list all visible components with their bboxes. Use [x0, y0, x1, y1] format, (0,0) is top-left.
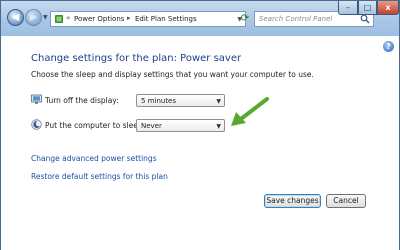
save-changes-button[interactable]: Save changes [264, 194, 321, 208]
control-panel-window: ◀ ▶ ▼ « Power Options ▸ Edit Plan Settin… [0, 0, 400, 250]
breadcrumb-overflow[interactable]: « [66, 14, 70, 22]
put-computer-to-sleep-select[interactable]: Never ▼ [136, 119, 225, 132]
minimize-button[interactable]: – [338, 1, 358, 15]
address-bar[interactable]: « Power Options ▸ Edit Plan Settings ▼ [50, 11, 246, 27]
chevron-down-icon: ▼ [216, 98, 221, 105]
chevron-down-icon: ▼ [216, 123, 221, 130]
search-placeholder: Search Control Panel [259, 15, 333, 23]
breadcrumb-separator[interactable]: ▸ [127, 14, 131, 22]
restore-default-settings-link[interactable]: Restore default settings for this plan [31, 172, 168, 181]
sleep-icon [31, 119, 42, 130]
cancel-button[interactable]: Cancel [326, 194, 366, 208]
back-button[interactable]: ◀ [7, 9, 24, 26]
breadcrumb-edit-plan-settings[interactable]: Edit Plan Settings [135, 15, 197, 23]
refresh-button[interactable]: ⟳ [239, 11, 251, 27]
put-computer-to-sleep-label: Put the computer to sleep: [45, 121, 146, 130]
navigation-bar: ◀ ▶ ▼ « Power Options ▸ Edit Plan Settin… [1, 1, 399, 36]
page-title: Change settings for the plan: Power save… [31, 53, 242, 64]
forward-button[interactable]: ▶ [25, 9, 42, 26]
recent-pages-dropdown-icon[interactable]: ▼ [43, 14, 48, 21]
display-icon [31, 94, 42, 104]
main-content: Change settings for the plan: Power save… [1, 36, 399, 250]
page-subtitle: Choose the sleep and display settings th… [31, 70, 314, 79]
breadcrumb-power-options[interactable]: Power Options [74, 15, 124, 23]
change-advanced-power-settings-link[interactable]: Change advanced power settings [31, 154, 157, 163]
maximize-button[interactable]: □ [358, 1, 377, 15]
turn-off-display-value: 5 minutes [141, 97, 177, 105]
control-panel-icon [55, 15, 63, 23]
put-computer-to-sleep-value: Never [141, 122, 162, 130]
annotation-arrow-icon [231, 97, 269, 126]
help-icon[interactable]: ? [383, 41, 394, 52]
turn-off-display-select[interactable]: 5 minutes ▼ [136, 94, 225, 107]
search-icon[interactable] [360, 14, 370, 24]
close-button[interactable]: x [377, 1, 399, 15]
turn-off-display-label: Turn off the display: [45, 96, 119, 105]
